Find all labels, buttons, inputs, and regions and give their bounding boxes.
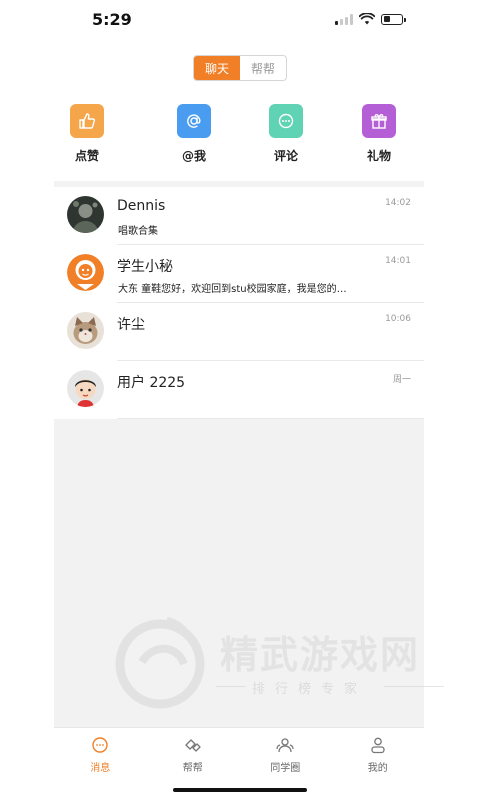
chat-time: 14:02 bbox=[385, 198, 411, 208]
chat-name: 用户 2225 bbox=[117, 375, 186, 391]
chat-list: Dennis 唱歌合集 14:02 学生小秘 大东 童鞋您好，欢迎回到stu校园… bbox=[54, 187, 424, 419]
tab-profile[interactable]: 我的 bbox=[332, 728, 425, 777]
chat-row-dennis[interactable]: Dennis 唱歌合集 14:02 bbox=[54, 187, 424, 245]
action-like[interactable]: 点赞 bbox=[57, 104, 117, 164]
battery-icon bbox=[381, 13, 406, 25]
watermark-line-right bbox=[384, 686, 444, 687]
chat-name: 许尘 bbox=[117, 317, 145, 333]
tab-bangbang-label: 帮帮 bbox=[182, 763, 203, 774]
status-icons bbox=[335, 13, 406, 25]
action-comment-label: 评论 bbox=[273, 149, 298, 163]
chat-preview: 唱歌合集 bbox=[118, 226, 158, 237]
at-icon bbox=[177, 104, 211, 138]
gift-icon bbox=[362, 104, 396, 138]
bottom-tab-bar: 消息 帮帮 同学圈 我的 bbox=[54, 727, 424, 777]
action-mention[interactable]: @我 bbox=[164, 104, 224, 164]
tab-bangbang[interactable]: 帮帮 bbox=[147, 728, 240, 777]
chat-name: Dennis bbox=[117, 198, 166, 214]
watermark-title: 精武游戏网 bbox=[220, 633, 421, 677]
status-time: 5:29 bbox=[92, 10, 132, 29]
tab-chat[interactable]: 聊天 bbox=[194, 56, 240, 80]
avatar-cartoon bbox=[67, 370, 104, 407]
person-icon bbox=[369, 736, 387, 754]
wifi-icon bbox=[359, 13, 375, 25]
chat-row-xuchen[interactable]: 许尘 10:06 bbox=[54, 303, 424, 361]
segment-tabs: 聊天 帮帮 bbox=[193, 55, 287, 81]
tab-profile-label: 我的 bbox=[367, 763, 388, 774]
status-bar: 5:29 bbox=[0, 0, 479, 40]
comment-icon bbox=[269, 104, 303, 138]
quick-actions: 点赞 @我 评论 礼物 bbox=[54, 104, 424, 164]
message-icon bbox=[91, 736, 109, 754]
chat-row-assistant[interactable]: 学生小秘 大东 童鞋您好，欢迎回到stu校园家庭，我是您的… 14:01 bbox=[54, 245, 424, 303]
chat-time: 10:06 bbox=[385, 314, 411, 324]
action-comment[interactable]: 评论 bbox=[256, 104, 316, 164]
chat-row-user2225[interactable]: 用户 2225 周一 bbox=[54, 361, 424, 419]
action-mention-label: @我 bbox=[181, 149, 206, 163]
cellular-signal-icon bbox=[335, 13, 353, 25]
home-indicator bbox=[173, 788, 307, 792]
action-gift-label: 礼物 bbox=[366, 149, 391, 163]
people-icon bbox=[276, 736, 294, 754]
tab-classmates[interactable]: 同学圈 bbox=[239, 728, 332, 777]
watermark-logo-icon bbox=[115, 617, 205, 709]
action-gift[interactable]: 礼物 bbox=[349, 104, 409, 164]
tab-messages[interactable]: 消息 bbox=[54, 728, 147, 777]
avatar-cat bbox=[67, 312, 104, 349]
tab-help[interactable]: 帮帮 bbox=[240, 56, 286, 80]
watermark-line-left bbox=[216, 686, 246, 687]
chat-time: 周一 bbox=[392, 375, 411, 385]
action-like-label: 点赞 bbox=[74, 149, 99, 163]
chat-preview: 大东 童鞋您好，欢迎回到stu校园家庭，我是您的… bbox=[118, 284, 347, 295]
tab-classmates-label: 同学圈 bbox=[270, 763, 301, 774]
avatar-dennis bbox=[67, 196, 104, 233]
thumbs-up-icon bbox=[70, 104, 104, 138]
handshake-icon bbox=[184, 736, 202, 754]
chat-time: 14:01 bbox=[385, 256, 411, 266]
avatar-assistant bbox=[67, 254, 104, 291]
watermark: 精武游戏网 排行榜专家 bbox=[112, 612, 452, 712]
watermark-subtitle: 排行榜专家 bbox=[252, 682, 368, 697]
tab-messages-label: 消息 bbox=[90, 763, 111, 774]
chat-name: 学生小秘 bbox=[117, 259, 173, 275]
